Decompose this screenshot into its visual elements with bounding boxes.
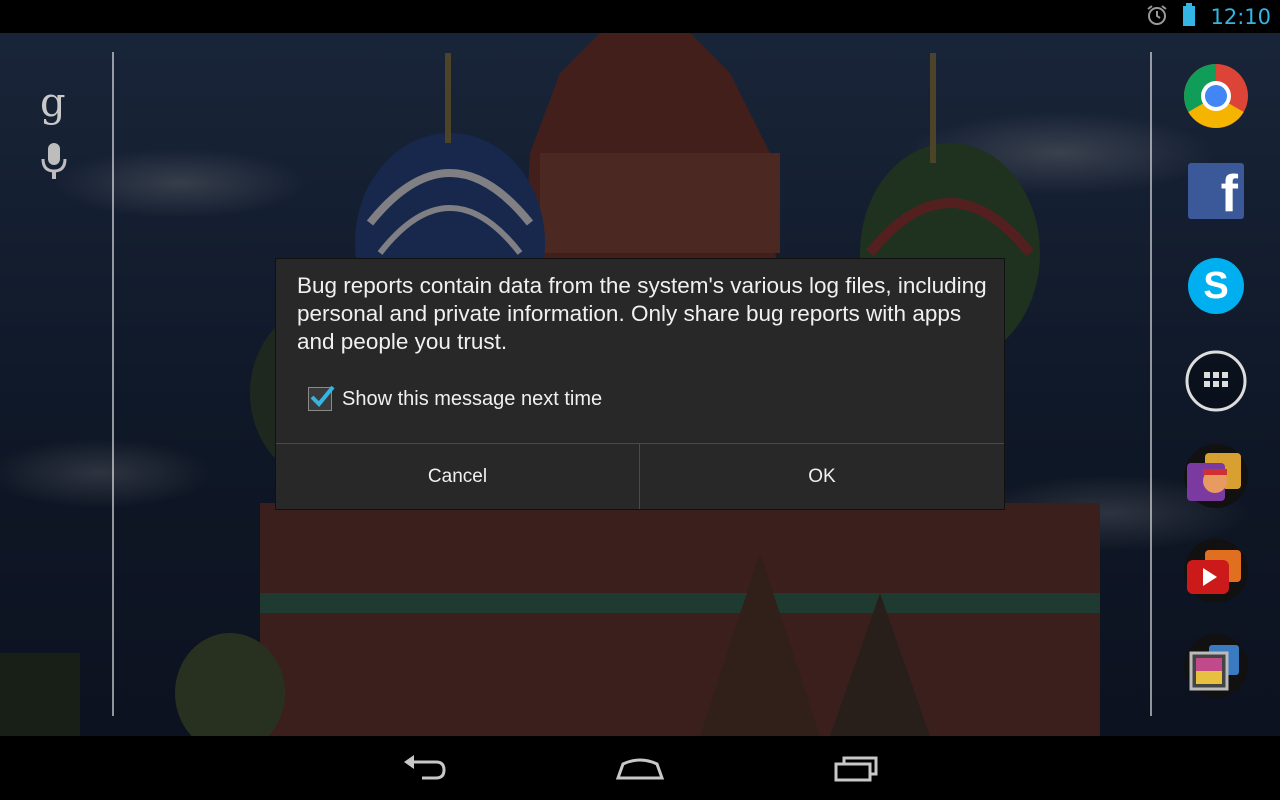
recents-icon[interactable]	[820, 750, 892, 786]
skype-glyph: S	[1203, 264, 1229, 307]
status-bar: 12:10	[0, 0, 1280, 33]
media-folder-icon[interactable]	[1182, 537, 1250, 605]
alarm-icon	[1146, 4, 1168, 30]
show-message-checkbox-row[interactable]: Show this message next time	[308, 385, 603, 411]
left-divider	[112, 52, 114, 716]
all-apps-icon[interactable]	[1182, 347, 1250, 415]
home-icon[interactable]	[604, 750, 676, 786]
ok-button[interactable]: OK	[640, 444, 1004, 509]
skype-icon[interactable]: S	[1182, 252, 1250, 320]
checkmark-icon	[310, 385, 335, 407]
navigation-bar	[0, 736, 1280, 800]
back-icon[interactable]	[388, 750, 460, 786]
games-folder-icon[interactable]	[1182, 442, 1250, 510]
voice-search-icon[interactable]	[40, 143, 68, 183]
search-bar: g	[0, 33, 114, 736]
facebook-glyph: f	[1220, 165, 1238, 223]
chrome-icon[interactable]	[1182, 62, 1250, 130]
facebook-icon[interactable]: f	[1182, 157, 1250, 225]
clock: 12:10	[1210, 4, 1271, 29]
gallery-folder-icon[interactable]	[1182, 632, 1250, 700]
right-divider	[1150, 52, 1152, 716]
show-message-checkbox[interactable]	[308, 385, 335, 411]
dialog-message: Bug reports contain data from the system…	[297, 273, 987, 354]
bug-report-dialog: Bug reports contain data from the system…	[276, 259, 1004, 509]
cancel-button[interactable]: Cancel	[276, 444, 639, 509]
battery-icon	[1182, 2, 1196, 31]
checkbox-label: Show this message next time	[342, 387, 603, 410]
google-search-icon[interactable]: g	[40, 83, 66, 123]
